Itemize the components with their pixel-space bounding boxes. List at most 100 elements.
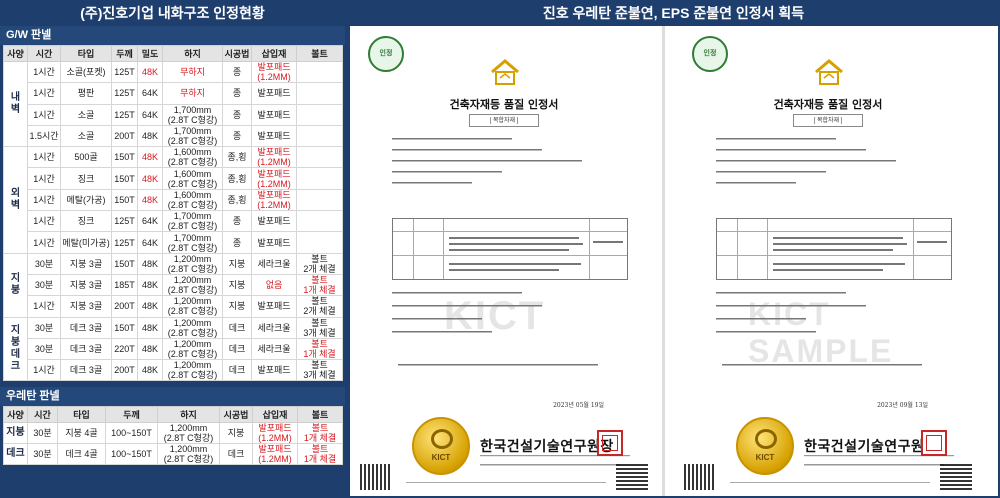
- bolt-cell: [296, 124, 343, 148]
- type-cell: 지붕 4골: [57, 422, 106, 445]
- certificate-area: 인정 건축자재등 품질 인정서 [ 복합자재 ] KICT 2023년 05월 …: [350, 26, 998, 496]
- column-header: 하지: [162, 45, 223, 62]
- thickness-cell: 125T: [111, 231, 138, 254]
- bolt-cell: 볼트 2개 체결: [296, 295, 343, 318]
- column-header: 시간: [27, 406, 58, 424]
- cert-spec-table: [716, 218, 952, 280]
- insert-cell: 발포패드: [251, 103, 297, 126]
- org-name: 한국건설기술연구원: [804, 439, 925, 455]
- cert-body-lines: [392, 134, 632, 219]
- table-row: 1시간 징크 125T 64K 1,700mm (2.8T C형강) 종 발포패드: [4, 210, 343, 233]
- gw-table: 사양 시간 타입 두께 밀도 하지 시공법 삽입재 볼트 내 벽 1시간 소골(포켓) 125T 48K 무…: [3, 45, 343, 382]
- time-cell: 1시간: [27, 82, 61, 105]
- green-cert-logo: 인정: [368, 36, 404, 72]
- base-cell: 1,700mm (2.8T C형강): [162, 124, 223, 148]
- method-cell: 데크: [222, 316, 252, 339]
- method-cell: 종: [222, 60, 252, 84]
- column-header: 삽입재: [252, 406, 298, 424]
- method-cell: 지붕: [222, 252, 252, 275]
- insert-cell: 발포패드 (1.2MM): [251, 188, 297, 212]
- method-cell: 데크: [219, 443, 253, 466]
- qr-code: [360, 464, 392, 490]
- table-row: 1시간 평판 125T 64K 무하지 종 발포패드: [4, 82, 343, 105]
- thickness-cell: 125T: [111, 60, 138, 84]
- thickness-cell: 200T: [111, 124, 138, 148]
- house-icon: [815, 59, 843, 85]
- house-icon: [491, 59, 519, 85]
- kict-gold-seal: KICT: [412, 417, 470, 475]
- type-cell: 데크 3골: [60, 316, 112, 339]
- column-header: 두께: [105, 406, 158, 424]
- doc-divider: [662, 26, 665, 496]
- method-cell: 지붕: [222, 295, 252, 318]
- cert-body-lines-2: [392, 286, 632, 351]
- left-panel: (주)진호기업 내화구조 인정현황 G/W 판넬 사양 시간 타입 두께 밀도 하지 시공법…: [0, 0, 345, 498]
- time-cell: 1시간: [27, 60, 61, 84]
- base-cell: 1,700mm (2.8T C형강): [162, 231, 223, 254]
- table-row: 지 붕 데 크 30분 데크 3골 150T 48K 1,200mm (2.8T C형강) 데크 세라…: [3, 316, 343, 382]
- text-lines-graphic: [716, 138, 896, 184]
- time-cell: 1시간: [27, 103, 61, 126]
- type-cell: 평판: [60, 82, 112, 105]
- text-lines-graphic-2: [392, 292, 542, 333]
- thickness-cell: 150T: [111, 167, 138, 190]
- group-label: 지붕데크: [3, 316, 28, 382]
- cert-subtitle: [ 복합자재 ]: [469, 114, 539, 127]
- time-cell: 1시간: [27, 295, 61, 318]
- org-address-line: [480, 462, 630, 470]
- base-cell: 1,600mm (2.8T C형강): [162, 188, 223, 212]
- time-cell: 1시간: [27, 146, 61, 169]
- column-header: 타입: [57, 406, 106, 424]
- bolt-cell: [296, 103, 343, 126]
- spec-cell: 데크: [3, 443, 28, 466]
- column-header: 두께: [111, 45, 138, 62]
- base-cell: 1,200mm (2.8T C형강): [162, 252, 223, 275]
- base-cell: 1,700mm (2.8T C형강): [162, 103, 223, 126]
- density-cell: 48K: [137, 252, 163, 275]
- org-name: 한국건설기술연구원장: [480, 439, 614, 455]
- footer-note: [730, 481, 930, 486]
- time-cell: 1시간: [27, 167, 61, 190]
- bolt-cell: 볼트 3개 체결: [296, 359, 343, 382]
- type-cell: 징크: [60, 167, 112, 190]
- insert-cell: 발포패드: [251, 124, 297, 148]
- bolt-cell: 볼트 3개 체결: [296, 316, 343, 339]
- insert-cell: 발포패드 (1.2MM): [252, 422, 298, 445]
- table-row: 지 붕 30분 지붕 3골 150T 48K 1,200mm (2.8T C형강) 지붕 세라크울…: [3, 252, 343, 318]
- qr-code: [684, 464, 716, 490]
- cert-date: 2023년 09월 13일: [877, 402, 928, 409]
- type-cell: 지붕 3골: [60, 295, 112, 318]
- type-cell: 소골: [60, 103, 112, 126]
- red-stamp: [921, 430, 947, 456]
- base-cell: 1,200mm (2.8T C형강): [162, 359, 223, 382]
- table-row: 외 벽 1시간 500골 150T 48K 1,600mm (2.8T C형강) 종,횡 발포패드…: [3, 146, 343, 254]
- spec-cell: 지붕: [3, 422, 28, 445]
- type-cell: 소골: [60, 124, 112, 148]
- thickness-cell: 125T: [111, 103, 138, 126]
- column-header: 시공법: [222, 45, 252, 62]
- thickness-cell: 200T: [111, 295, 138, 318]
- column-header: 밀도: [137, 45, 163, 62]
- cert-body-lines: [716, 134, 956, 219]
- cert-date: 2023년 05월 19일: [553, 402, 604, 409]
- method-cell: 데크: [222, 337, 252, 361]
- column-header: 볼트: [296, 45, 343, 62]
- bolt-cell: 볼트 2개 체결: [296, 252, 343, 275]
- red-stamp: [597, 430, 623, 456]
- density-cell: 48K: [137, 295, 163, 318]
- column-header: 사양: [3, 406, 28, 424]
- base-cell: 무하지: [162, 82, 223, 105]
- table-row: 지붕 30분 지붕 4골 100~150T 1,200mm (2.8T C형강) 지붕 발포패…: [3, 422, 343, 445]
- bolt-cell: 볼트 1개 체결: [297, 443, 343, 466]
- time-cell: 1시간: [27, 210, 61, 233]
- group-label: 내벽: [3, 60, 28, 148]
- insert-cell: 없음: [251, 273, 297, 297]
- thickness-cell: 150T: [111, 146, 138, 169]
- time-cell: 30분: [27, 252, 61, 275]
- green-cert-logo: 인정: [692, 36, 728, 72]
- thickness-cell: 185T: [111, 273, 138, 297]
- thickness-cell: 100~150T: [105, 443, 158, 466]
- density-cell: 48K: [137, 188, 163, 212]
- table-row: 데크 30분 데크 4골 100~150T 1,200mm (2.8T C형강) 데크 발포패…: [3, 443, 343, 466]
- density-cell: 64K: [137, 103, 163, 126]
